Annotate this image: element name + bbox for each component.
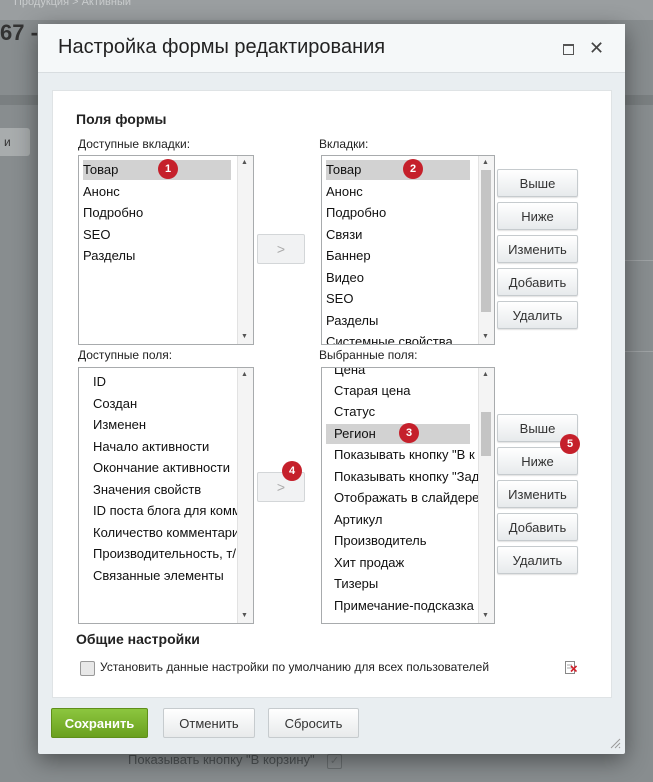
list-item[interactable]: Анонс bbox=[326, 182, 363, 202]
list-item[interactable]: Создан bbox=[93, 394, 137, 414]
available-fields-list[interactable]: ID Создан Изменен Начало активности Окон… bbox=[78, 367, 254, 624]
list-item[interactable]: Примечание-подсказка bbox=[334, 596, 474, 616]
list-item[interactable]: Показывать кнопку "Зад bbox=[334, 467, 479, 487]
available-fields-label: Доступные поля: bbox=[78, 348, 173, 362]
field-delete-button[interactable]: Удалить bbox=[497, 546, 578, 574]
list-item[interactable]: Связи bbox=[326, 225, 362, 245]
background-divider bbox=[625, 260, 653, 352]
close-icon[interactable]: ✕ bbox=[589, 38, 604, 58]
list-item[interactable]: Регион bbox=[326, 424, 470, 444]
list-item[interactable]: Отображать в слайдере bbox=[334, 488, 479, 508]
reset-button[interactable]: Сбросить bbox=[268, 708, 359, 738]
available-tabs-label: Доступные вкладки: bbox=[78, 137, 191, 151]
background-page-title: 67 - bbox=[0, 20, 38, 45]
list-item[interactable]: Товар bbox=[326, 160, 470, 180]
list-item[interactable]: SEO bbox=[83, 225, 110, 245]
list-item[interactable]: Цена bbox=[334, 368, 365, 380]
list-item[interactable]: Начало активности bbox=[93, 437, 209, 457]
tabs-label: Вкладки: bbox=[319, 137, 369, 151]
scroll-thumb[interactable] bbox=[481, 170, 491, 312]
scroll-down-icon[interactable]: ▼ bbox=[482, 612, 489, 620]
list-item[interactable]: Артикул bbox=[334, 510, 382, 530]
scroll-thumb[interactable] bbox=[481, 412, 491, 456]
scrollbar[interactable]: ▲ ▼ bbox=[478, 368, 494, 623]
scroll-up-icon[interactable]: ▲ bbox=[241, 371, 248, 379]
list-item[interactable]: Производитель bbox=[334, 531, 427, 551]
list-item[interactable]: Подробно bbox=[326, 203, 386, 223]
list-item[interactable]: Разделы bbox=[83, 246, 135, 266]
selected-fields-list[interactable]: Цена Старая цена Статус Регион Показыват… bbox=[321, 367, 495, 624]
list-item[interactable]: Подробно bbox=[83, 203, 143, 223]
cancel-button[interactable]: Отменить bbox=[163, 708, 255, 738]
scroll-up-icon[interactable]: ▲ bbox=[241, 159, 248, 167]
tabs-list[interactable]: Товар Анонс Подробно Связи Баннер Видео … bbox=[321, 155, 495, 345]
annotation-badge: 3 bbox=[399, 423, 419, 443]
scroll-down-icon[interactable]: ▼ bbox=[241, 333, 248, 341]
list-item[interactable]: Производительность, т/ bbox=[93, 544, 236, 564]
list-item[interactable]: SEO bbox=[326, 289, 353, 309]
list-item[interactable]: Окончание активности bbox=[93, 458, 230, 478]
list-item[interactable]: ID поста блога для комм bbox=[93, 501, 241, 521]
tab-edit-button[interactable]: Изменить bbox=[497, 235, 578, 263]
field-add-button[interactable]: Добавить bbox=[497, 513, 578, 541]
scrollbar[interactable]: ▲ ▼ bbox=[237, 156, 253, 344]
list-item[interactable]: Системные свойства bbox=[326, 332, 453, 344]
dialog-title: Настройка формы редактирования bbox=[58, 36, 386, 58]
list-item[interactable]: Баннер bbox=[326, 246, 371, 266]
background-field-label: Показывать кнопку "В корзину" bbox=[128, 752, 315, 767]
scroll-up-icon[interactable]: ▲ bbox=[482, 371, 489, 379]
resize-handle-icon[interactable] bbox=[609, 737, 621, 749]
background-breadcrumb: Продукция > Активный bbox=[14, 0, 131, 8]
list-item[interactable]: Количество комментари bbox=[93, 523, 239, 543]
edit-form-settings-dialog: Настройка формы редактирования ✕ Поля фо… bbox=[38, 24, 625, 754]
save-button[interactable]: Сохранить bbox=[51, 708, 148, 738]
list-item[interactable]: Связанные элементы bbox=[93, 566, 224, 586]
selected-fields-label: Выбранные поля: bbox=[319, 348, 418, 362]
list-item[interactable]: ID bbox=[93, 372, 106, 392]
maximize-icon[interactable] bbox=[563, 44, 574, 55]
annotation-badge: 5 bbox=[560, 434, 580, 454]
default-settings-label: Установить данные настройки по умолчанию… bbox=[100, 660, 490, 674]
list-item[interactable]: Изменен bbox=[93, 415, 146, 435]
dialog-footer: Сохранить Отменить Сбросить bbox=[38, 708, 625, 754]
list-item[interactable]: Хит продаж bbox=[334, 553, 404, 573]
default-settings-checkbox[interactable] bbox=[80, 661, 95, 676]
list-item[interactable]: Тизеры bbox=[334, 574, 378, 594]
list-item[interactable]: Видео bbox=[326, 268, 364, 288]
annotation-badge: 2 bbox=[403, 159, 423, 179]
tab-add-button[interactable]: Добавить bbox=[497, 268, 578, 296]
scrollbar[interactable]: ▲ ▼ bbox=[237, 368, 253, 623]
section-form-fields: Поля формы bbox=[76, 111, 167, 127]
list-item[interactable]: Старая цена bbox=[334, 381, 410, 401]
list-item[interactable]: Разделы bbox=[326, 311, 378, 331]
field-edit-button[interactable]: Изменить bbox=[497, 480, 578, 508]
move-tab-button[interactable]: > bbox=[257, 234, 305, 264]
scroll-down-icon[interactable]: ▼ bbox=[482, 333, 489, 341]
list-item[interactable]: Значения свойств bbox=[93, 480, 201, 500]
tab-down-button[interactable]: Ниже bbox=[497, 202, 578, 230]
delete-default-icon[interactable] bbox=[565, 660, 577, 674]
scrollbar[interactable]: ▲ ▼ bbox=[478, 156, 494, 344]
dialog-header: Настройка формы редактирования ✕ bbox=[38, 24, 625, 73]
background-button: и bbox=[0, 128, 30, 156]
list-item[interactable]: Товар bbox=[83, 160, 231, 180]
scroll-up-icon[interactable]: ▲ bbox=[482, 159, 489, 167]
tab-delete-button[interactable]: Удалить bbox=[497, 301, 578, 329]
list-item[interactable]: Показывать кнопку "В к bbox=[334, 445, 475, 465]
annotation-badge: 1 bbox=[158, 159, 178, 179]
tab-up-button[interactable]: Выше bbox=[497, 169, 578, 197]
list-item[interactable]: Статус bbox=[334, 402, 375, 422]
annotation-badge: 4 bbox=[282, 461, 302, 481]
background-checkbox: ✓ bbox=[327, 754, 342, 769]
section-general-settings: Общие настройки bbox=[76, 631, 200, 647]
list-item[interactable]: Анонс bbox=[83, 182, 120, 202]
scroll-down-icon[interactable]: ▼ bbox=[241, 612, 248, 620]
available-tabs-list[interactable]: Товар Анонс Подробно SEO Разделы ▲ ▼ bbox=[78, 155, 254, 345]
